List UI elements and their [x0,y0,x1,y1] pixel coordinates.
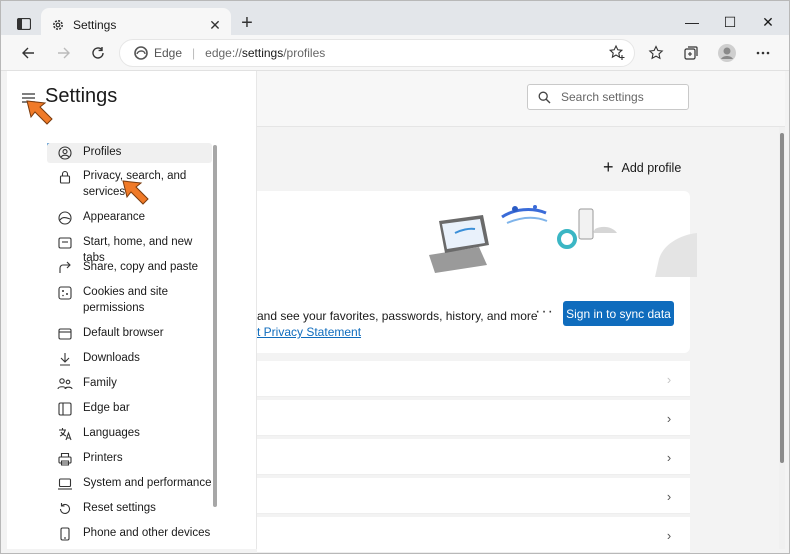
search-placeholder: Search settings [561,90,644,104]
settings-page: Search settings + Add profile and see yo… [7,71,785,553]
sidebar-scrollbar[interactable] [213,145,217,507]
browser-icon [57,326,73,342]
sidebar-item-edge-bar[interactable]: Edge bar [47,401,212,417]
back-button[interactable] [15,40,41,66]
star-plus-icon [608,44,625,60]
chevron-right-icon: › [666,527,672,543]
address-bar[interactable]: Edge | edge://settings/profiles [119,39,635,67]
new-tab-button[interactable]: + [237,13,257,33]
edge-bar-icon [57,401,73,417]
family-icon [57,376,73,392]
sidebar-item-languages[interactable]: Languages [47,426,212,442]
settings-row[interactable]: › [257,517,690,553]
printer-icon [57,451,73,467]
phone-icon [57,526,73,542]
appearance-icon [57,210,73,226]
chevron-right-icon: › [666,488,672,504]
gear-icon [53,19,63,30]
settings-row[interactable]: › [257,478,690,514]
avatar-icon [718,44,736,62]
sidebar-item-family[interactable]: Family [47,376,212,392]
back-arrow-icon [22,47,34,59]
laptop-icon [57,476,73,492]
language-icon [57,426,73,442]
header-band [257,71,785,127]
maximize-button[interactable]: ☐ [715,9,745,35]
sidebar: Settings Profiles Privacy, search, and s… [7,71,257,549]
sidebar-item-downloads[interactable]: Downloads [47,351,212,367]
collections-icon [684,46,698,60]
more-dots-icon [756,51,770,55]
add-favorite-button[interactable] [608,44,626,65]
search-icon [538,91,551,103]
plus-icon: + [241,12,253,34]
settings-row[interactable]: › [257,361,690,397]
download-icon [57,351,73,367]
power-icon [57,235,73,251]
tab-actions-icon [17,18,31,30]
browser-window: Settings ✕ + — ☐ ✕ Edge | edge://setting… [0,0,790,554]
sidebar-item-printers[interactable]: Printers [47,451,212,467]
close-button[interactable]: ✕ [753,9,783,35]
sync-description: and see your favorites, passwords, histo… [257,309,538,323]
forward-button[interactable] [51,40,77,66]
reset-icon [57,501,73,517]
annotation-arrow-icon [122,180,149,205]
tab-title: Settings [73,17,117,32]
more-options-button[interactable]: ··· [535,303,554,321]
more-button[interactable] [750,40,776,66]
tab-close-icon[interactable]: ✕ [205,15,225,35]
favorites-button[interactable] [643,40,669,66]
chevron-right-icon: › [666,371,672,387]
tab-actions-button[interactable] [11,11,37,37]
sidebar-item-default-browser[interactable]: Default browser [47,326,212,342]
main-scrollbar[interactable] [779,127,785,549]
refresh-button[interactable] [85,40,111,66]
add-profile-button[interactable]: + Add profile [603,157,681,178]
sidebar-item-system[interactable]: System and performance [47,476,212,492]
lock-icon [57,169,73,185]
sidebar-item-profiles[interactable]: Profiles [47,143,212,163]
sidebar-item-phone[interactable]: Phone and other devices [47,526,212,542]
sidebar-item-appearance[interactable]: Appearance [47,210,212,226]
refresh-icon [92,47,104,59]
settings-row[interactable]: › [257,439,690,475]
privacy-statement-link[interactable]: t Privacy Statement [257,325,361,339]
sidebar-item-share[interactable]: Share, copy and paste [47,260,212,276]
profile-button[interactable] [714,40,740,66]
add-profile-label: Add profile [621,160,682,175]
minimize-button[interactable]: — [677,9,707,35]
sidebar-item-reset[interactable]: Reset settings [47,501,212,517]
sync-card: and see your favorites, passwords, histo… [257,191,697,353]
sidebar-item-cookies[interactable]: Cookies and site permissions [47,285,212,316]
edge-logo-icon [134,46,148,60]
toolbar: Edge | edge://settings/profiles [1,35,789,71]
profile-icon [57,145,73,161]
search-settings-input[interactable]: Search settings [527,84,689,110]
favorites-star-icon [648,45,664,60]
chevron-right-icon: › [666,410,672,426]
scrollbar-thumb[interactable] [780,133,784,463]
forward-arrow-icon [58,47,70,59]
site-name: Edge [154,46,183,60]
collections-button[interactable] [678,40,704,66]
settings-row[interactable]: › [257,400,690,436]
cookies-icon [57,285,73,301]
annotation-arrow-icon [26,100,53,125]
address-separator: | [192,46,196,60]
sign-in-sync-button[interactable]: Sign in to sync data [563,301,674,326]
plus-icon: + [603,157,614,177]
chevron-right-icon: › [666,449,672,465]
share-icon [57,260,73,276]
url-text: edge://settings/profiles [205,46,326,60]
sync-illustration [429,205,697,277]
